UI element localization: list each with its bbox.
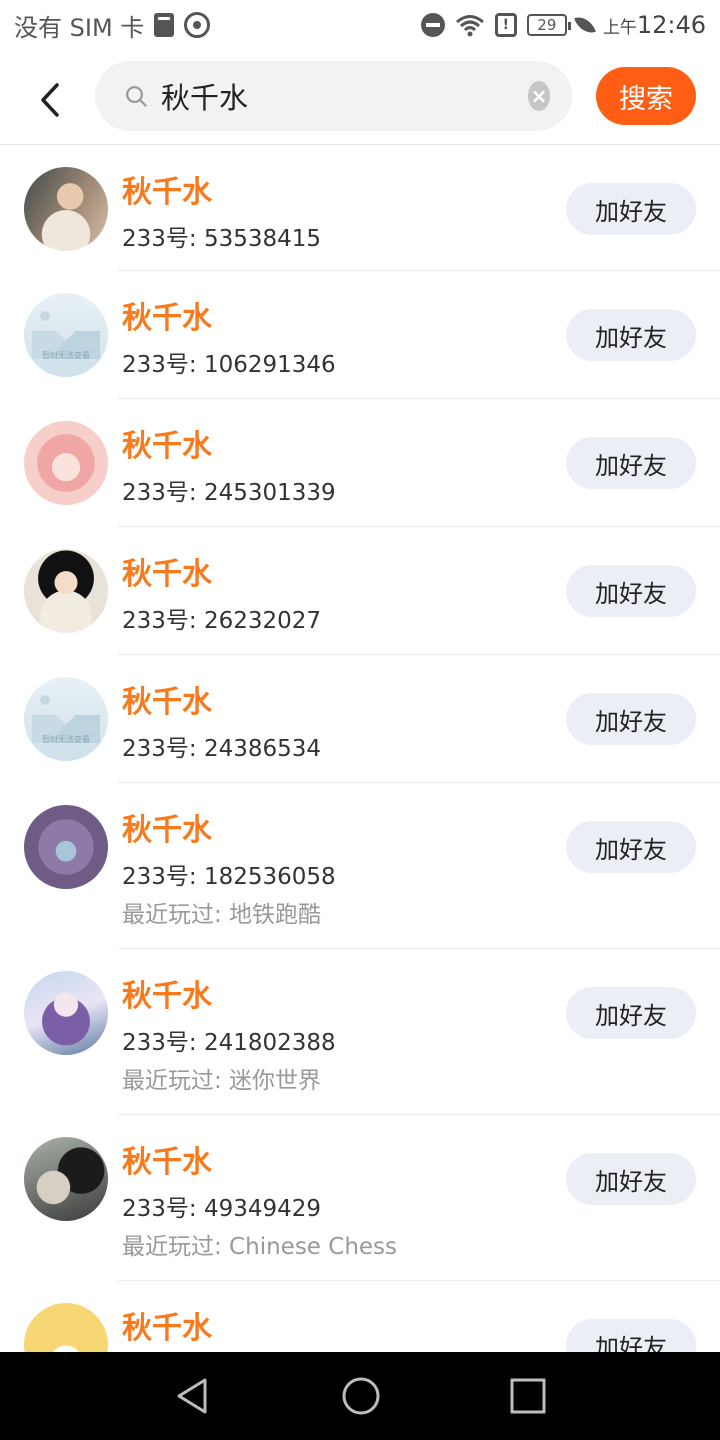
search-header: × 搜索 [0,55,720,145]
user-name: 秋千水 [122,557,212,592]
add-friend-button[interactable]: 加好友 [566,987,696,1039]
clock: 上午12:46 [603,11,706,39]
add-friend-button[interactable]: 加好友 [566,1319,696,1352]
recents-nav-icon[interactable] [509,1377,547,1415]
search-icon [126,86,147,107]
user-name: 秋千水 [122,979,212,1014]
avatar[interactable] [24,167,108,251]
list-item[interactable]: 秋千水 233号: 245301339 加好友 [0,399,720,527]
avatar-placeholder[interactable]: 暂时无法查看 [24,677,108,761]
list-item[interactable]: 秋千水 233号: 49349429 最近玩过: Chinese Chess 加… [0,1115,720,1281]
user-id: 233号: 241802388 [122,1030,336,1056]
recently-played: 最近玩过: Chinese Chess [122,1234,398,1260]
search-input[interactable] [161,79,528,113]
recently-played: 最近玩过: 迷你世界 [122,1068,322,1094]
sun-icon [40,311,50,321]
home-nav-icon[interactable] [340,1375,382,1417]
do-not-disturb-icon [420,13,445,37]
back-nav-icon[interactable] [173,1376,213,1416]
clock-prefix: 上午 [602,18,637,38]
search-box: × [95,61,572,131]
user-id: 233号: 53538415 [122,226,322,252]
user-name: 秋千水 [122,685,212,720]
sun-icon [40,695,50,705]
user-name: 秋千水 [122,1311,212,1346]
user-id: 233号: 49349429 [122,1196,322,1222]
clock-time: 12:46 [636,11,706,39]
list-item[interactable]: 秋千水 233号: 241802388 最近玩过: 迷你世界 加好友 [0,949,720,1115]
battery-icon: 29 [526,14,571,36]
placeholder-text: 暂时无法查看 [42,351,90,360]
add-friend-button[interactable]: 加好友 [566,183,696,235]
add-friend-button[interactable]: 加好友 [566,821,696,873]
add-friend-button[interactable]: 加好友 [566,693,696,745]
user-id: 233号: 24386534 [122,736,322,762]
wifi-icon [455,15,484,37]
user-id: 233号: 106291346 [122,352,336,378]
sd-card-icon [154,13,175,37]
user-id: 233号: 182536058 [122,864,336,890]
user-id: 233号: 26232027 [122,608,322,634]
add-friend-button[interactable]: 加好友 [566,1153,696,1205]
avatar[interactable] [24,1137,108,1221]
add-friend-button[interactable]: 加好友 [566,437,696,489]
avatar[interactable] [24,971,108,1055]
alert-icon: ! [494,13,517,37]
system-nav-bar [0,1352,720,1440]
add-friend-button[interactable]: 加好友 [566,309,696,361]
search-button[interactable]: 搜索 [596,67,696,125]
user-results-list: 秋千水 233号: 53538415 加好友 暂时无法查看 秋千水 233号: … [0,145,720,1352]
list-item[interactable]: 暂时无法查看 秋千水 233号: 24386534 加好友 [0,655,720,783]
leaf-icon [573,12,596,38]
clear-icon[interactable]: × [528,81,550,111]
user-name: 秋千水 [122,813,212,848]
status-bar: 没有 SIM 卡 ! 29 上午12:46 [0,0,720,50]
avatar-placeholder[interactable]: 暂时无法查看 [24,293,108,377]
recently-played: 最近玩过: 地铁跑酷 [122,902,322,928]
avatar[interactable] [24,549,108,633]
carrier-text: 没有 SIM 卡 [14,13,145,42]
avatar[interactable] [24,421,108,505]
back-arrow-icon [41,82,59,117]
list-item[interactable]: 暂时无法查看 秋千水 233号: 106291346 加好友 [0,271,720,399]
placeholder-text: 暂时无法查看 [42,735,90,744]
list-item[interactable]: 秋千水 233号: 182536058 最近玩过: 地铁跑酷 加好友 [0,783,720,949]
list-item[interactable]: 秋千水 加好友 [0,1281,720,1352]
list-item[interactable]: 秋千水 233号: 53538415 加好友 [0,145,720,271]
user-name: 秋千水 [122,1145,212,1180]
location-icon [184,12,211,38]
user-name: 秋千水 [122,175,212,210]
avatar[interactable] [24,805,108,889]
list-item[interactable]: 秋千水 233号: 26232027 加好友 [0,527,720,655]
add-friend-button[interactable]: 加好友 [566,565,696,617]
user-name: 秋千水 [122,301,212,336]
back-button[interactable] [20,70,80,130]
user-id: 233号: 245301339 [122,480,336,506]
avatar[interactable] [24,1303,108,1352]
user-name: 秋千水 [122,429,212,464]
